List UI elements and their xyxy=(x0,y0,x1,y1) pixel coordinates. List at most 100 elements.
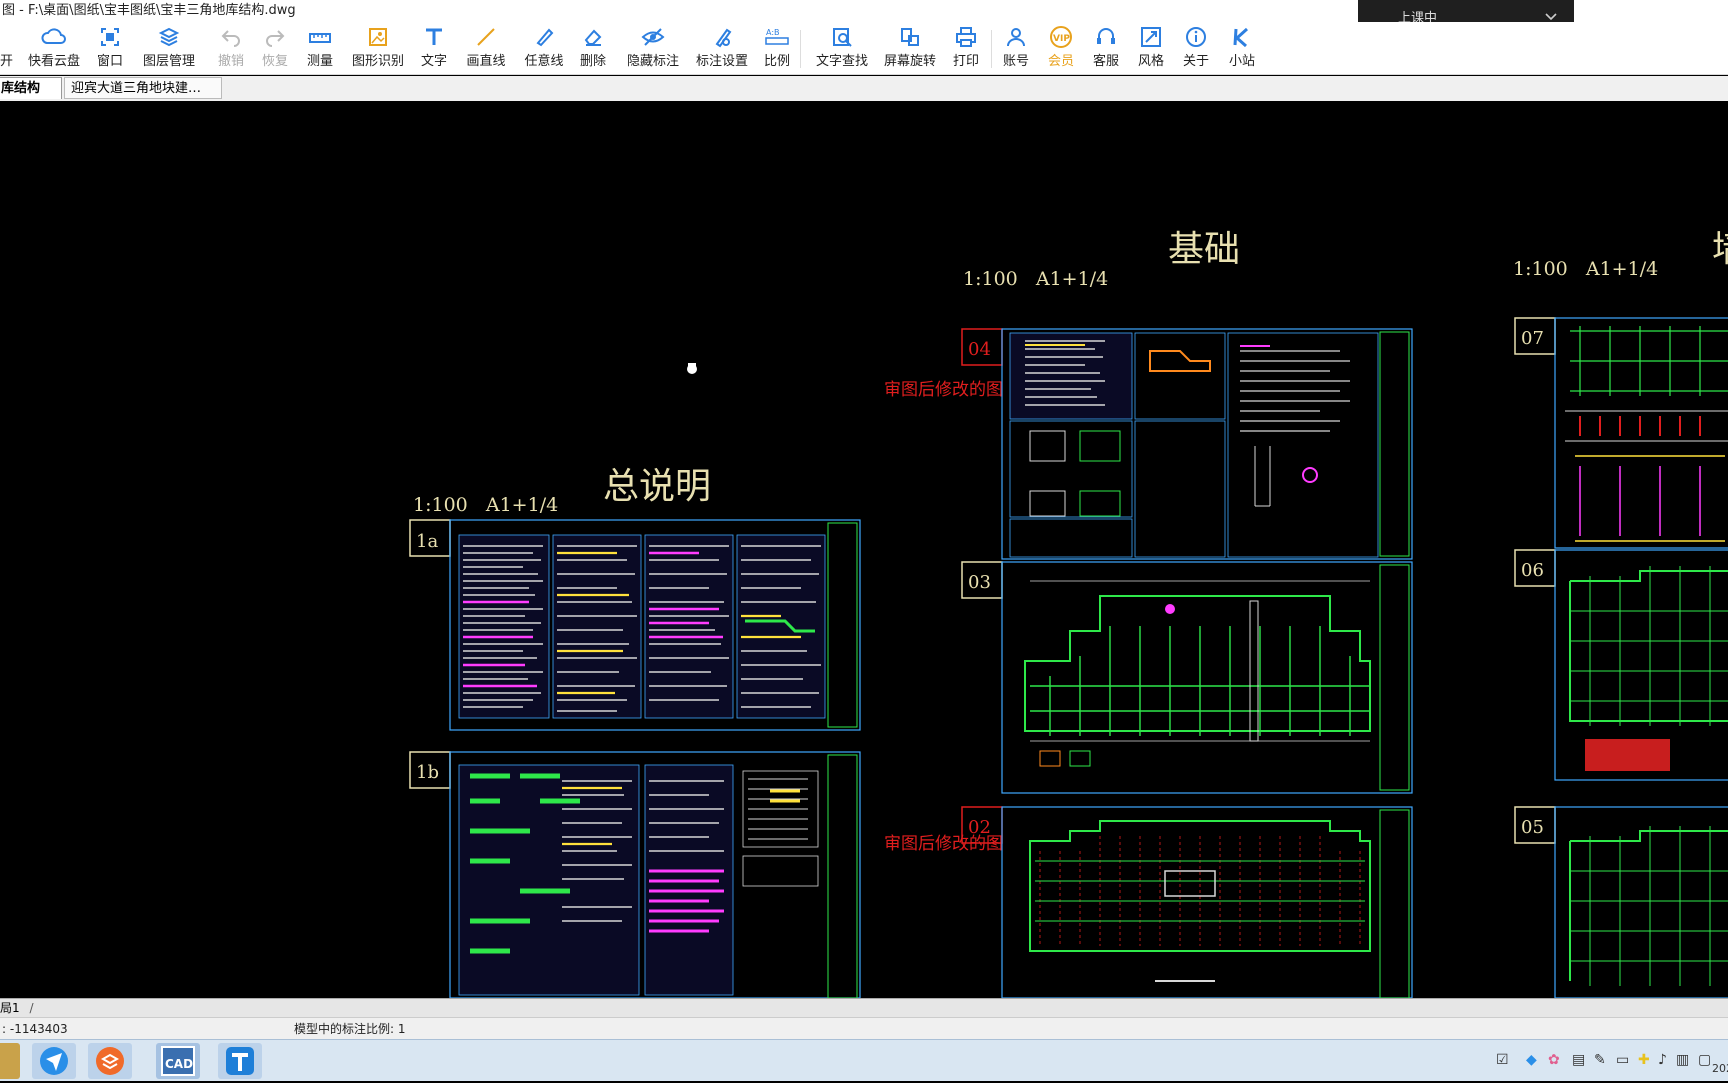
svg-text:A:B: A:B xyxy=(766,28,780,37)
cloud-disk-button[interactable]: 快看云盘 xyxy=(26,26,82,72)
about-button[interactable]: 关于 xyxy=(1183,26,1209,72)
hide-annotation-button[interactable]: 隐藏标注 xyxy=(626,26,680,72)
pen-tray-icon[interactable]: ✎ xyxy=(1594,1052,1606,1068)
measure-button[interactable]: 测量 xyxy=(307,26,333,72)
sheet-number: 05 xyxy=(1521,817,1544,838)
display-tray-icon[interactable]: ▭ xyxy=(1616,1052,1629,1068)
open-icon xyxy=(0,26,12,50)
eraser-icon xyxy=(580,26,606,50)
headset-icon xyxy=(1093,26,1119,50)
bird-tray-icon[interactable]: ◆ xyxy=(1526,1052,1537,1068)
freehand-button[interactable]: 任意线 xyxy=(524,26,564,72)
window-icon xyxy=(94,26,126,50)
scale-label-foundation: 1:100 A1+1/4 xyxy=(963,268,1108,290)
video-app-icon[interactable] xyxy=(88,1043,132,1079)
main-toolbar: 开 快看云盘 窗口 图层管理 撤销 恢复 测量 图形识别 文字 画直线 任意线 xyxy=(0,22,1728,75)
redo-button[interactable]: 恢复 xyxy=(262,26,288,72)
open-button[interactable]: 开 xyxy=(0,26,14,72)
window-button[interactable]: 窗口 xyxy=(94,26,126,72)
print-label: 打印 xyxy=(953,54,980,69)
annotation-settings-button[interactable]: 标注设置 xyxy=(695,26,749,72)
cursor-coordinates: : -1143403 xyxy=(2,1022,68,1036)
document-tab-bar: 库结构× 迎宾大道三角地块建…× xyxy=(0,76,1728,118)
vip-button[interactable]: VIP 会员 xyxy=(1048,26,1074,72)
annotation-settings-label: 标注设置 xyxy=(695,54,748,69)
window-title: 图 - F:\桌面\图纸\宝丰图纸\宝丰三角地库结构.dwg xyxy=(2,3,296,18)
undo-label: 撤销 xyxy=(218,54,245,69)
sheet-number: 1a xyxy=(416,531,438,552)
sheet-number: 02 xyxy=(968,817,991,838)
checkbox-tray-icon[interactable]: ☑ xyxy=(1496,1052,1509,1068)
k-station-button[interactable]: 小站 xyxy=(1229,26,1255,72)
about-label: 关于 xyxy=(1183,54,1210,69)
open-label: 开 xyxy=(0,54,14,69)
tab-label: 库结构 xyxy=(1,81,41,96)
drawing-sheet[interactable]: 1b xyxy=(409,751,861,998)
delete-button[interactable]: 删除 xyxy=(580,26,606,72)
text-icon xyxy=(421,26,447,50)
tab-current-drawing[interactable]: 库结构× xyxy=(0,77,62,118)
account-button[interactable]: 账号 xyxy=(1003,26,1029,72)
section-title-foundation: 基础 xyxy=(1168,229,1240,270)
hand-cursor-icon xyxy=(687,363,697,374)
drawing-sheet[interactable]: 06 xyxy=(1514,549,1728,781)
tab-other-drawing[interactable]: 迎宾大道三角地块建…× xyxy=(64,77,222,118)
draw-line-label: 画直线 xyxy=(466,54,506,69)
sheet-number: 07 xyxy=(1521,328,1544,349)
drawing-sheet[interactable]: 04 xyxy=(961,328,1413,560)
text-tool-label: 文字 xyxy=(421,54,448,69)
hide-annotation-icon xyxy=(626,26,680,50)
notification-icon[interactable]: ▢ xyxy=(1698,1052,1711,1068)
drawing-sheet[interactable]: 03 xyxy=(961,561,1413,794)
section-title-general: 总说明 xyxy=(603,466,711,507)
scale-button[interactable]: A:B 比例 xyxy=(764,26,790,72)
layers-icon xyxy=(142,26,196,50)
drawing-sheet[interactable]: 05 xyxy=(1514,806,1728,998)
style-icon xyxy=(1138,26,1164,50)
text-search-button[interactable]: 文字查找 xyxy=(815,26,869,72)
browser-app-icon[interactable] xyxy=(32,1043,76,1079)
measure-icon xyxy=(307,26,333,50)
customer-service-button[interactable]: 客服 xyxy=(1093,26,1119,72)
sheet-number: 03 xyxy=(968,572,991,593)
toolbar-divider xyxy=(991,30,992,68)
annotation-scale-status: 模型中的标注比例: 1 xyxy=(294,1022,406,1036)
style-button[interactable]: 风格 xyxy=(1138,26,1164,72)
plus-tray-icon[interactable]: ✚ xyxy=(1638,1052,1650,1068)
k-station-label: 小站 xyxy=(1229,54,1256,69)
undo-button[interactable]: 撤销 xyxy=(218,26,244,72)
cad-viewer-app-icon[interactable]: CAD xyxy=(156,1043,200,1079)
rotate-screen-button[interactable]: 屏幕旋转 xyxy=(883,26,937,72)
text-tool-button[interactable]: 文字 xyxy=(421,26,447,72)
scale-label-general: 1:100 A1+1/4 xyxy=(413,494,558,516)
revision-note: 审图后修改的图 xyxy=(884,380,1003,400)
freehand-label: 任意线 xyxy=(524,54,564,69)
print-button[interactable]: 打印 xyxy=(953,26,979,72)
draw-line-button[interactable]: 画直线 xyxy=(466,26,506,72)
account-icon xyxy=(1003,26,1029,50)
layer-manager-button[interactable]: 图层管理 xyxy=(142,26,196,72)
volume-icon[interactable]: ♪ xyxy=(1658,1052,1667,1068)
rotate-screen-icon xyxy=(883,26,937,50)
text-app-icon[interactable] xyxy=(218,1043,262,1079)
flower-tray-icon[interactable]: ✿ xyxy=(1548,1052,1560,1068)
drawing-sheet[interactable]: 07 xyxy=(1514,317,1728,549)
drawing-canvas[interactable]: 总说明 基础 墙 1:100 A1+1/4 1:100 A1+1/4 1:100… xyxy=(0,101,1728,998)
network-icon[interactable]: ▥ xyxy=(1676,1052,1689,1068)
toolbar-divider xyxy=(800,30,801,68)
layout-tab[interactable]: 局1 xyxy=(0,1001,26,1015)
drawing-sheet[interactable]: 1a xyxy=(409,519,861,731)
cloud-icon xyxy=(26,26,82,50)
rotate-screen-label: 屏幕旋转 xyxy=(883,54,936,69)
scale-label: 比例 xyxy=(764,54,791,69)
drawing-sheet[interactable]: 02 xyxy=(961,806,1413,998)
window-label: 窗口 xyxy=(96,54,123,69)
shape-recognize-button[interactable]: 图形识别 xyxy=(351,26,405,72)
svg-text:VIP: VIP xyxy=(1053,34,1070,44)
clock[interactable]: 202 xyxy=(1712,1062,1728,1075)
clipboard-tray-icon[interactable]: ▤ xyxy=(1572,1052,1585,1068)
text-search-icon xyxy=(815,26,869,50)
redo-icon xyxy=(262,26,288,50)
scale-icon: A:B xyxy=(764,26,790,50)
file-explorer-icon[interactable] xyxy=(0,1043,20,1079)
